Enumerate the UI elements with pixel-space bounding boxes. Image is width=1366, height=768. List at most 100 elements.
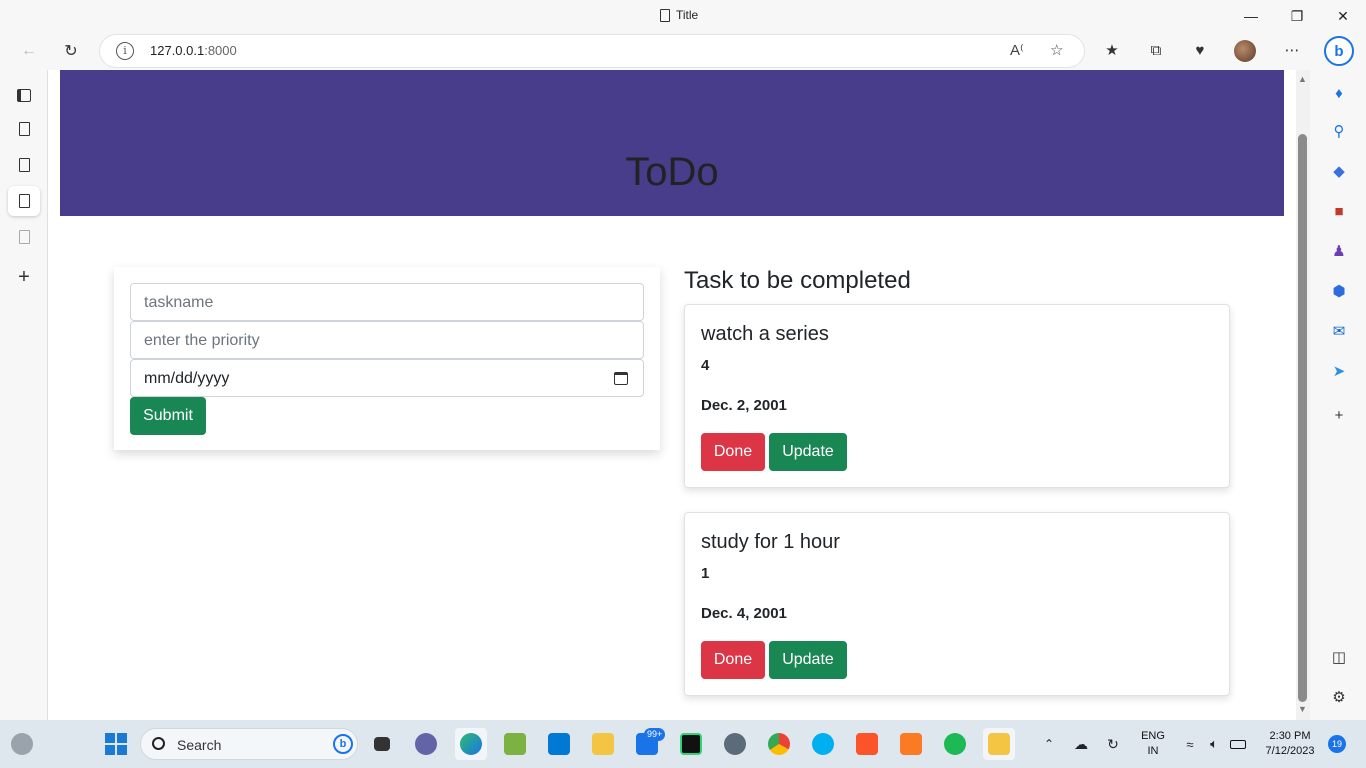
window-title-text: Title <box>676 8 699 22</box>
priority-input[interactable]: enter the priority <box>130 321 644 359</box>
games-icon[interactable]: ♟ <box>1328 240 1350 262</box>
taskbar-search-label: Search <box>177 737 222 753</box>
mail-badge: 99+ <box>644 728 666 741</box>
task-card: study for 1 hour 1 Dec. 4, 2001 Done Upd… <box>684 512 1230 696</box>
send-icon[interactable]: ➤ <box>1328 360 1350 382</box>
update-button[interactable]: Update <box>769 641 847 679</box>
bell-icon[interactable]: ♦ <box>1328 82 1350 104</box>
start-button[interactable] <box>100 728 132 760</box>
taskname-input[interactable]: taskname <box>130 283 644 321</box>
tab-page-2[interactable] <box>8 150 40 180</box>
taskbar-search[interactable]: Search b <box>140 728 358 760</box>
date-placeholder: mm/dd/yyyy <box>144 370 230 387</box>
back-button[interactable]: ← <box>14 36 44 66</box>
clock-time: 2:30 PM <box>1269 730 1311 742</box>
add-sidebar-app-icon[interactable]: + <box>1328 404 1350 426</box>
favorites-icon[interactable]: ★ <box>1100 38 1124 62</box>
done-button[interactable]: Done <box>701 433 765 471</box>
new-tab-button[interactable]: + <box>8 262 40 292</box>
pycharm-icon[interactable] <box>675 728 707 760</box>
task-priority: 1 <box>701 565 710 582</box>
update-button[interactable]: Update <box>769 433 847 471</box>
page-icon <box>18 122 30 136</box>
page-icon <box>18 158 30 172</box>
skype-icon[interactable] <box>807 728 839 760</box>
vertical-tabs-sidebar: + <box>0 70 48 720</box>
priority-placeholder: enter the priority <box>144 332 260 349</box>
done-button[interactable]: Done <box>701 641 765 679</box>
tray-overflow-chevron-icon[interactable]: ⌃ <box>1036 728 1062 760</box>
wifi-icon[interactable]: ≈ <box>1178 728 1202 760</box>
tab-page-4[interactable] <box>8 222 40 252</box>
sync-icon[interactable]: ↻ <box>1100 728 1126 760</box>
address-bar[interactable]: i 127.0.0.1:8000 A⁽ ☆ <box>100 35 1084 67</box>
onedrive-cloud-icon[interactable]: ☁ <box>1068 728 1094 760</box>
page-scrollbar[interactable]: ▲ ▼ <box>1296 70 1310 720</box>
page-icon <box>18 194 30 208</box>
clock[interactable]: 2:30 PM 7/12/2023 <box>1256 729 1324 759</box>
close-button[interactable]: ✕ <box>1320 0 1366 32</box>
teams-chat-icon[interactable] <box>410 728 442 760</box>
restore-button[interactable]: ❐ <box>1274 0 1320 32</box>
shopping-tag-icon[interactable]: ◆ <box>1328 160 1350 182</box>
file-explorer-icon[interactable] <box>587 728 619 760</box>
office-icon[interactable]: ⬢ <box>1328 280 1350 302</box>
tab-actions-icon[interactable] <box>8 80 40 110</box>
edge-browser-icon[interactable] <box>455 728 487 760</box>
volume-icon[interactable]: 🔈︎ <box>1202 728 1226 760</box>
settings-gear-icon[interactable] <box>719 728 751 760</box>
plus-icon: + <box>18 266 30 288</box>
window-title: Title <box>660 8 698 22</box>
task-priority: 4 <box>701 357 710 374</box>
collections-icon[interactable]: ⧉ <box>1144 38 1168 62</box>
xampp-icon[interactable] <box>895 728 927 760</box>
profile-avatar[interactable] <box>1234 40 1256 62</box>
scroll-down-arrow-icon[interactable]: ▼ <box>1298 704 1307 714</box>
calendar-icon[interactable] <box>614 372 628 385</box>
windows-taskbar: Search b 99+ ⌃ ☁ ↻ ENG IN ≈ 🔈︎ 2:30 PM 7… <box>0 720 1366 768</box>
task-card: watch a series 4 Dec. 2, 2001 Done Updat… <box>684 304 1230 488</box>
minimize-button[interactable]: — <box>1228 0 1274 32</box>
vscode-icon[interactable] <box>543 728 575 760</box>
hide-sidebar-icon[interactable]: ◫ <box>1328 646 1350 668</box>
spotify-icon[interactable] <box>939 728 971 760</box>
read-aloud-icon[interactable]: A⁽ <box>1010 41 1024 59</box>
site-info-icon[interactable]: i <box>116 42 134 60</box>
bing-icon: b <box>333 734 353 754</box>
language-indicator[interactable]: ENG IN <box>1136 729 1170 759</box>
address-url[interactable]: 127.0.0.1:8000 <box>150 43 237 58</box>
taskname-placeholder: taskname <box>144 294 214 311</box>
tab-page-1[interactable] <box>8 114 40 144</box>
browser-toolbar: ← ↻ i 127.0.0.1:8000 A⁽ ☆ ★ ⧉ ♥ ⋯ <box>0 32 1366 70</box>
notification-badge[interactable]: 19 <box>1328 735 1346 753</box>
scroll-up-arrow-icon[interactable]: ▲ <box>1298 74 1307 84</box>
task-date: Dec. 2, 2001 <box>701 397 787 414</box>
notepad-icon[interactable] <box>499 728 531 760</box>
task-view-icon[interactable] <box>366 728 398 760</box>
refresh-button[interactable]: ↻ <box>56 36 86 66</box>
submit-button[interactable]: Submit <box>130 397 206 435</box>
page-title: ToDo <box>625 150 719 194</box>
scrollbar-thumb[interactable] <box>1298 134 1307 702</box>
favorite-star-icon[interactable]: ☆ <box>1050 41 1063 59</box>
bing-copilot-icon[interactable]: b <box>1324 36 1354 66</box>
weather-widget-icon[interactable] <box>6 728 38 760</box>
performance-icon[interactable]: ♥ <box>1188 38 1212 62</box>
brave-icon[interactable] <box>851 728 883 760</box>
clock-date: 7/12/2023 <box>1265 745 1315 757</box>
date-input[interactable]: mm/dd/yyyy <box>130 359 644 397</box>
tools-briefcase-icon[interactable]: ■ <box>1328 200 1350 222</box>
tasks-heading: Task to be completed <box>684 267 911 294</box>
tab-page-active[interactable] <box>8 186 40 216</box>
onedrive-folder-icon[interactable] <box>983 728 1015 760</box>
gear-icon[interactable]: ⚙ <box>1328 686 1350 708</box>
more-menu-icon[interactable]: ⋯ <box>1280 38 1304 62</box>
battery-icon[interactable] <box>1226 728 1250 760</box>
task-form: taskname enter the priority mm/dd/yyyy S… <box>114 267 660 450</box>
outlook-icon[interactable]: ✉ <box>1328 320 1350 342</box>
page-icon <box>660 8 670 22</box>
task-date: Dec. 4, 2001 <box>701 605 787 622</box>
chrome-icon[interactable] <box>763 728 795 760</box>
search-icon <box>152 737 165 750</box>
search-icon[interactable]: ⚲ <box>1328 120 1350 142</box>
